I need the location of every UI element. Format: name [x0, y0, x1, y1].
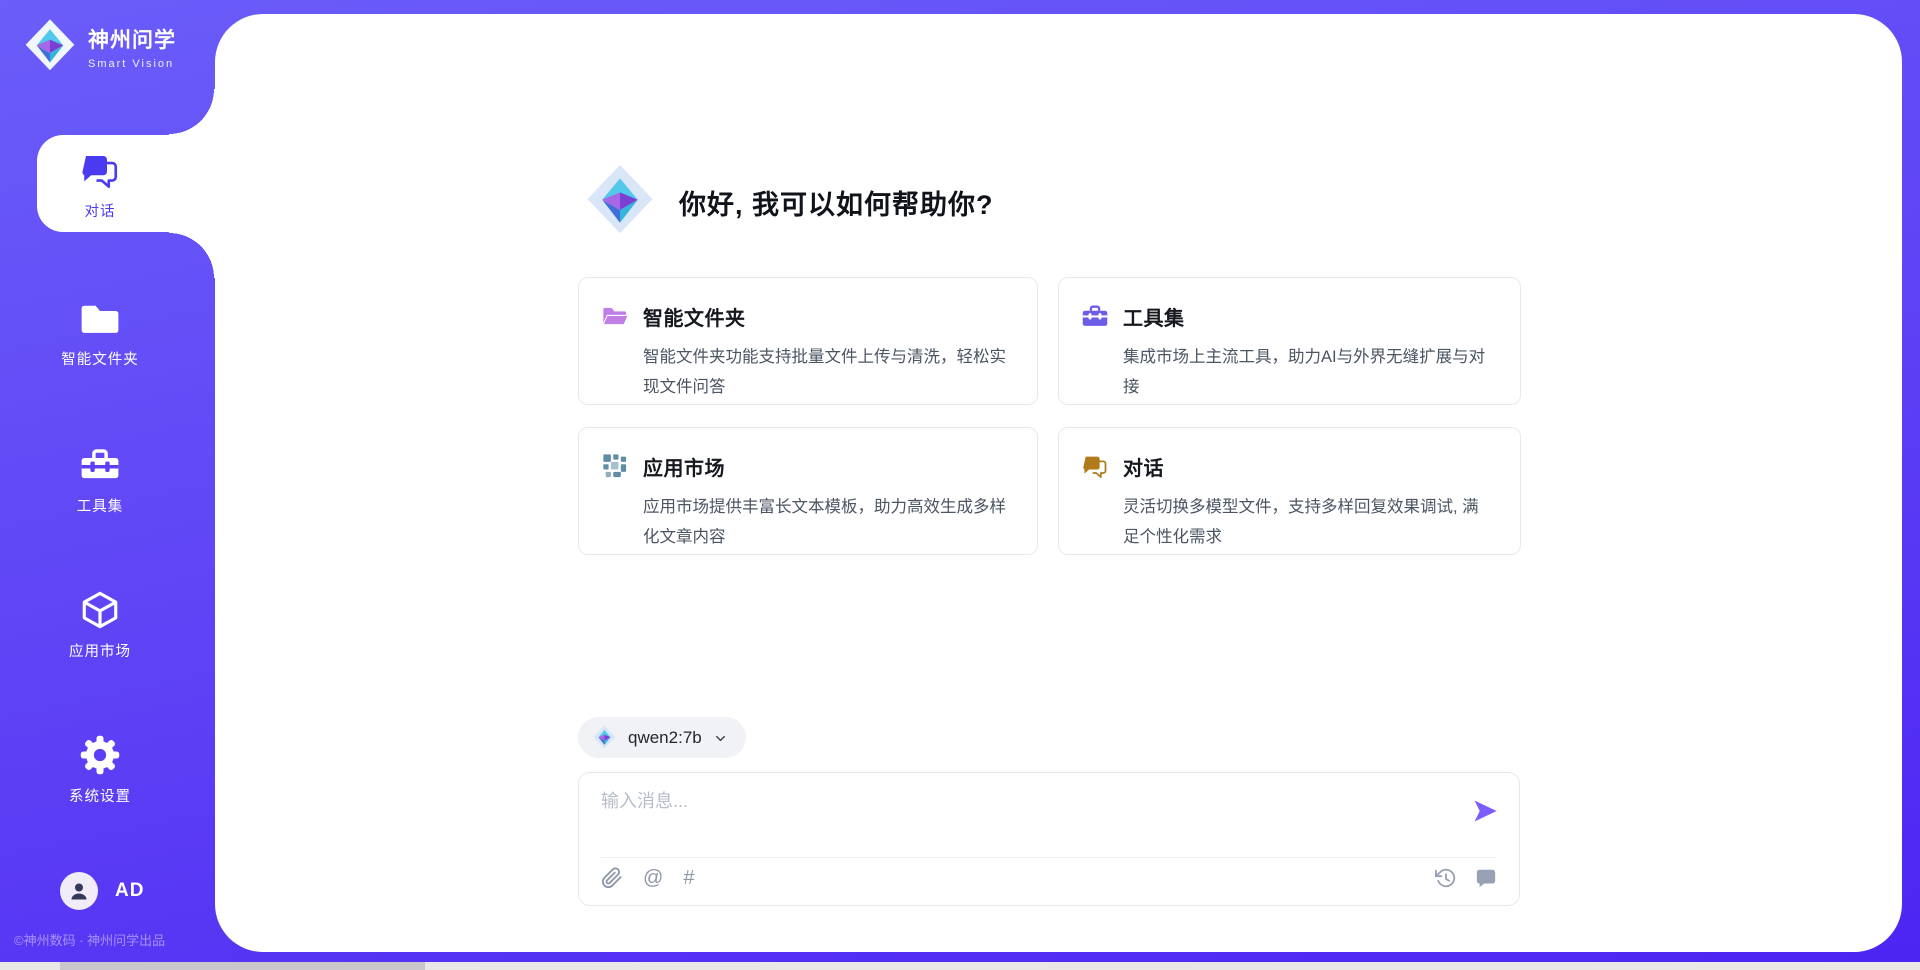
sidebar-item-app-market[interactable]: 应用市场 — [0, 589, 200, 661]
message-input[interactable] — [601, 787, 1451, 849]
sidebar-item-smart-folder[interactable]: 智能文件夹 — [0, 297, 200, 369]
gear-icon — [79, 734, 121, 776]
send-icon — [1471, 797, 1499, 825]
user-name: AD — [115, 880, 144, 902]
conversation-icon[interactable] — [1475, 867, 1497, 889]
sidebar-item-label: 系统设置 — [69, 785, 131, 806]
composer-tools-left: @ # — [601, 867, 694, 889]
feature-cards: 智能文件夹 智能文件夹功能支持批量文件上传与清洗，轻松实现文件问答 工具集 集成… — [578, 277, 1521, 555]
brand-logo-diamond-icon — [22, 16, 78, 78]
card-description: 智能文件夹功能支持批量文件上传与清洗，轻松实现文件问答 — [643, 342, 1011, 402]
brand-name: 神州问学 — [88, 24, 176, 54]
welcome-header: 你好, 我可以如何帮助你? — [583, 160, 994, 244]
horizontal-scrollbar[interactable] — [0, 962, 1920, 970]
sidebar-item-settings[interactable]: 系统设置 — [0, 734, 200, 806]
send-button[interactable] — [1471, 797, 1499, 825]
brand: 神州问学 Smart Vision — [22, 16, 176, 78]
topic-icon[interactable]: # — [683, 867, 694, 889]
card-smart-folder[interactable]: 智能文件夹 智能文件夹功能支持批量文件上传与清洗，轻松实现文件问答 — [578, 277, 1038, 405]
model-selector[interactable]: qwen2:7b — [578, 717, 746, 758]
sidebar-item-toolbox[interactable]: 工具集 — [0, 444, 200, 516]
greeting-text: 你好, 我可以如何帮助你? — [679, 183, 994, 222]
chat-icon — [1081, 452, 1109, 480]
sidebar-item-chat[interactable]: 对话 — [0, 149, 200, 221]
card-toolbox[interactable]: 工具集 集成市场上主流工具，助力AI与外界无缝扩展与对接 — [1058, 277, 1521, 405]
toolbox-icon — [79, 444, 121, 486]
assistant-logo-diamond-icon — [583, 160, 657, 244]
card-title: 应用市场 — [643, 452, 1011, 481]
mention-icon[interactable]: @ — [643, 867, 663, 889]
chat-icon — [79, 149, 121, 191]
message-composer: @ # — [578, 772, 1520, 906]
card-description: 灵活切换多模型文件，支持多样回复效果调试, 满足个性化需求 — [1123, 492, 1494, 552]
user-account[interactable]: AD — [60, 872, 144, 910]
sidebar-item-label: 对话 — [85, 200, 116, 221]
toolbox-icon — [1081, 302, 1109, 330]
horizontal-scrollbar-thumb[interactable] — [60, 962, 425, 970]
composer-tools-right — [1435, 867, 1497, 889]
brand-text: 神州问学 Smart Vision — [88, 24, 176, 70]
sidebar-item-label: 工具集 — [77, 495, 124, 516]
app-grid-icon — [601, 452, 629, 480]
card-title: 对话 — [1123, 452, 1494, 481]
card-title: 智能文件夹 — [643, 302, 1011, 331]
cube-icon — [79, 589, 121, 631]
brand-subtitle: Smart Vision — [88, 58, 176, 70]
copyright: ©神州数码 · 神州问学出品 — [14, 930, 165, 949]
folder-open-icon — [601, 302, 629, 330]
card-title: 工具集 — [1123, 302, 1494, 331]
avatar — [60, 872, 98, 910]
composer-divider — [601, 857, 1497, 858]
app-window: 神州问学 Smart Vision 对话 智能文件夹 工具集 — [0, 0, 1920, 970]
card-chat[interactable]: 对话 灵活切换多模型文件，支持多样回复效果调试, 满足个性化需求 — [1058, 427, 1521, 555]
card-description: 集成市场上主流工具，助力AI与外界无缝扩展与对接 — [1123, 342, 1494, 402]
folder-icon — [79, 297, 121, 339]
sidebar-item-label: 应用市场 — [69, 640, 131, 661]
model-logo-diamond-icon — [592, 724, 617, 752]
history-icon[interactable] — [1435, 867, 1457, 889]
chevron-down-icon — [713, 731, 728, 746]
card-app-market[interactable]: 应用市场 应用市场提供丰富长文本模板，助力高效生成多样化文章内容 — [578, 427, 1038, 555]
card-description: 应用市场提供丰富长文本模板，助力高效生成多样化文章内容 — [643, 492, 1011, 552]
sidebar-item-label: 智能文件夹 — [61, 348, 139, 369]
model-name: qwen2:7b — [628, 728, 702, 748]
person-icon — [67, 879, 91, 903]
attachment-icon[interactable] — [601, 867, 623, 889]
